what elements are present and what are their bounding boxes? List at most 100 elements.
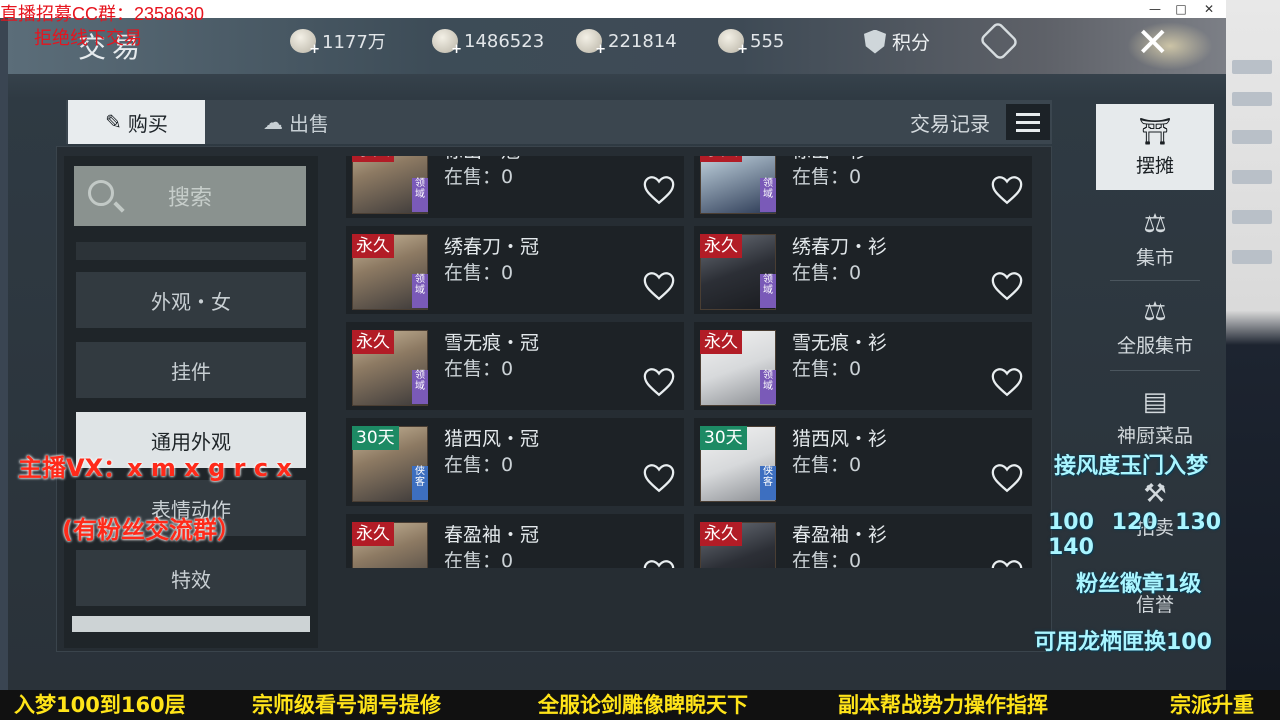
item-card[interactable]: 永久 领域 雪无痕・冠 在售：0 xyxy=(346,322,684,410)
scale-icon: ⚖ xyxy=(1143,208,1167,239)
resource-jade[interactable]: 221814 xyxy=(576,28,677,57)
gavel-icon: ⚒ xyxy=(1143,478,1167,509)
category-effects[interactable]: 特效 xyxy=(76,550,306,606)
favorite-heart-icon[interactable] xyxy=(990,270,1024,302)
item-on-sale-count: 在售：0 xyxy=(444,358,514,380)
search-icon xyxy=(88,180,114,206)
duration-badge: 永久 xyxy=(352,330,394,354)
overlay-recruit: 直播招募CC群：2358630 xyxy=(0,4,205,24)
divider xyxy=(1110,370,1200,371)
trade-record-link[interactable]: 交易记录 xyxy=(910,108,990,137)
item-on-sale-count: 在售：0 xyxy=(444,550,514,568)
decor-flower xyxy=(1120,18,1220,74)
ticker-item: 副本帮战势力操作指挥 xyxy=(838,693,1048,717)
resource-value: 1177万 xyxy=(322,32,386,53)
item-grid: 永久领域惊出・冠在售：0永久领域惊出・衫在售：0永久领域绣春刀・冠在售：0永久领… xyxy=(340,156,1052,568)
nav-market[interactable]: ⚖ 集市 xyxy=(1096,196,1214,282)
source-badge: 领域 xyxy=(760,178,776,212)
duration-badge: 30天 xyxy=(700,426,747,450)
nav-label: 神厨菜品 xyxy=(1116,424,1193,447)
nav-label: 摆摊 xyxy=(1135,154,1174,177)
coin-icon xyxy=(290,29,320,57)
source-badge: 侠客 xyxy=(412,466,428,500)
source-badge: 领域 xyxy=(760,370,776,404)
item-name: 雪无痕・冠 xyxy=(444,332,540,354)
item-on-sale-count: 在售：0 xyxy=(792,166,862,188)
item-card[interactable]: 永久 领域 绣春刀・衫 在售：0 xyxy=(694,226,1032,314)
duration-badge: 30天 xyxy=(352,426,399,450)
favorite-heart-icon[interactable] xyxy=(642,366,676,398)
category-item-partial[interactable] xyxy=(76,242,306,260)
ticker-item: 宗师级看号调号提修 xyxy=(252,693,441,717)
scale-icon: ⚖ xyxy=(1143,296,1167,327)
category-pendant[interactable]: 挂件 xyxy=(76,342,306,398)
source-badge: 领域 xyxy=(412,178,428,212)
item-on-sale-count: 在售：0 xyxy=(444,166,514,188)
search-button[interactable]: 搜索 xyxy=(74,166,306,226)
source-badge: 领域 xyxy=(412,274,428,308)
overlay-right-2: 100 120 130 140 xyxy=(1048,510,1222,560)
stall-icon: ⛩ xyxy=(1138,116,1172,147)
tab-buy[interactable]: ✎ 购买 xyxy=(68,100,205,144)
overlay-fan-group: (有粉丝交流群） xyxy=(62,516,241,544)
silver-ingot-icon xyxy=(432,29,462,57)
item-name: 雪无痕・衫 xyxy=(792,332,888,354)
duration-badge: 永久 xyxy=(700,330,742,354)
panel-close-button[interactable]: ✕ xyxy=(1136,20,1170,66)
hand-icon: ☁ xyxy=(263,110,283,134)
favorite-heart-icon[interactable] xyxy=(642,270,676,302)
resource-silver[interactable]: 1486523 xyxy=(432,28,545,57)
favorite-heart-icon[interactable] xyxy=(990,366,1024,398)
item-card[interactable]: 30天 侠客 猎西风・衫 在售：0 xyxy=(694,418,1032,506)
tab-label: 出售 xyxy=(289,111,329,136)
favorite-heart-icon[interactable] xyxy=(990,174,1024,206)
favorite-heart-icon[interactable] xyxy=(990,462,1024,494)
tab-sell[interactable]: ☁ 出售 xyxy=(236,100,356,144)
favorite-heart-icon[interactable] xyxy=(642,558,676,568)
score-button[interactable]: 积分 xyxy=(864,28,930,55)
resource-coin[interactable]: 1177万 xyxy=(290,28,386,57)
item-name: 春盈袖・衫 xyxy=(792,524,888,546)
item-card[interactable]: 永久领域惊出・衫在售：0 xyxy=(694,156,1032,218)
item-on-sale-count: 在售：0 xyxy=(792,550,862,568)
item-card[interactable]: 永久 春盈袖・衫在售：0 xyxy=(694,514,1032,568)
item-name: 绣春刀・冠 xyxy=(444,236,540,258)
category-appearance-female[interactable]: 外观・女 xyxy=(76,272,306,328)
duration-badge: 永久 xyxy=(352,156,394,162)
item-on-sale-count: 在售：0 xyxy=(444,262,514,284)
nav-stall[interactable]: ⛩ 摆摊 xyxy=(1096,104,1214,190)
item-card[interactable]: 永久 领域 雪无痕・衫 在售：0 xyxy=(694,322,1032,410)
overlay-right-1: 接风度玉门入梦 xyxy=(1054,454,1209,479)
item-card[interactable]: 30天 侠客 猎西风・冠 在售：0 xyxy=(346,418,684,506)
item-card[interactable]: 永久领域惊出・冠在售：0 xyxy=(346,156,684,218)
stream-side-panel xyxy=(1226,0,1280,690)
resource-value: 555 xyxy=(750,30,785,52)
overlay-right-4: 可用龙栖匣换100 xyxy=(1034,630,1212,655)
resource-value: 221814 xyxy=(608,30,677,52)
source-badge: 侠客 xyxy=(760,466,776,500)
source-badge: 领域 xyxy=(760,274,776,308)
item-on-sale-count: 在售：0 xyxy=(792,262,862,284)
category-scrollbar[interactable] xyxy=(72,616,310,632)
ticker-item: 入梦100到160层 xyxy=(14,693,186,717)
item-name: 猎西风・衫 xyxy=(792,428,888,450)
nav-label: 全服集市 xyxy=(1116,334,1193,357)
nav-global-market[interactable]: ⚖ 全服集市 xyxy=(1096,284,1214,370)
minimize-button[interactable]: — xyxy=(1142,0,1168,18)
maximize-button[interactable]: □ xyxy=(1168,0,1194,18)
shield-icon xyxy=(864,29,886,54)
favorite-heart-icon[interactable] xyxy=(990,558,1024,568)
resource-gold[interactable]: 555 xyxy=(718,28,785,57)
duration-badge: 永久 xyxy=(352,234,394,258)
item-name: 春盈袖・冠 xyxy=(444,524,540,546)
duration-badge: 永久 xyxy=(700,522,742,546)
favorite-heart-icon[interactable] xyxy=(642,462,676,494)
favorite-heart-icon[interactable] xyxy=(642,174,676,206)
score-label: 积分 xyxy=(892,32,931,54)
item-card[interactable]: 永久 春盈袖・冠 在售：0 xyxy=(346,514,684,568)
item-card[interactable]: 永久 领域 绣春刀・冠在售：0 xyxy=(346,226,684,314)
resource-value: 1486523 xyxy=(464,30,545,52)
tab-strip xyxy=(66,100,1052,144)
window-close-button[interactable]: ✕ xyxy=(1196,0,1222,18)
list-icon[interactable] xyxy=(1006,104,1050,140)
